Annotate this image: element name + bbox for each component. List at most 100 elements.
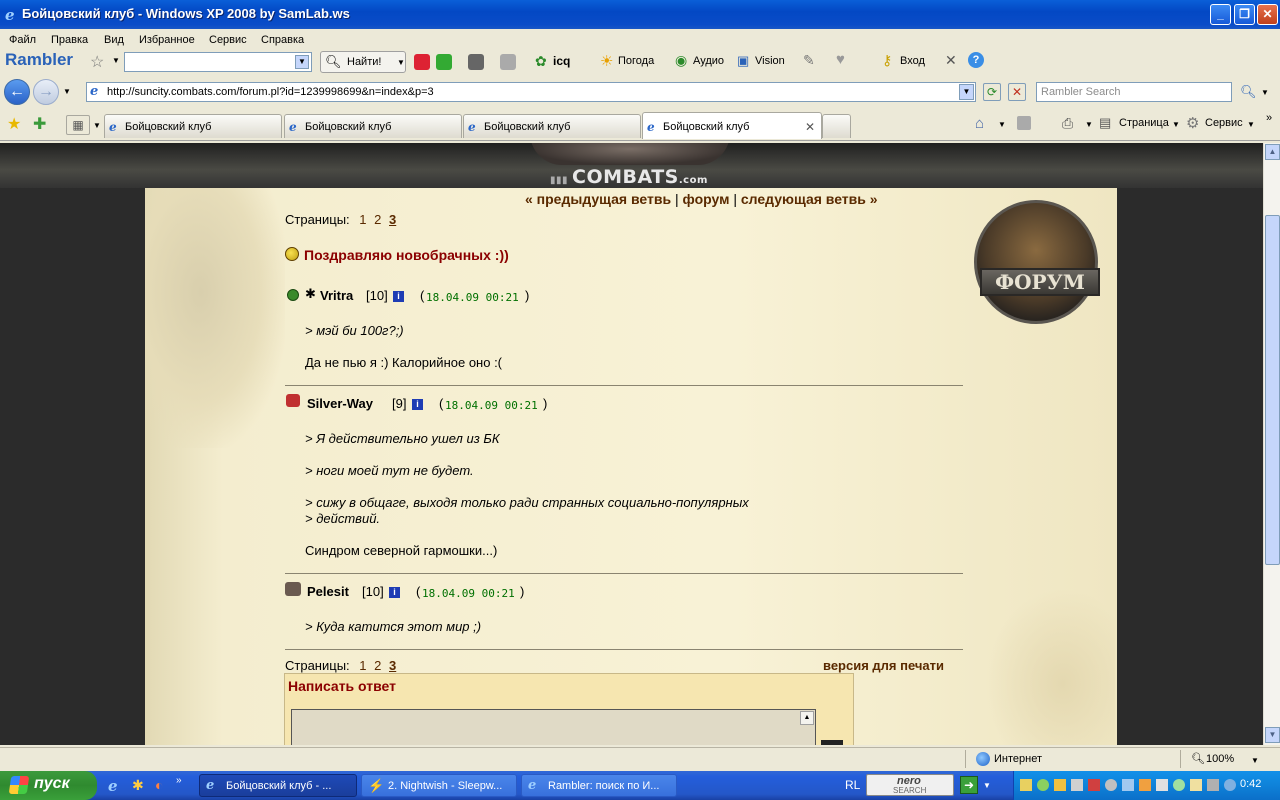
chevron-down-icon[interactable]: ▼ [295,55,309,69]
menu-favorites[interactable]: Избранное [139,34,195,46]
tray-icon-13[interactable] [1224,779,1236,791]
reply-textarea[interactable]: ▲ [291,709,816,745]
tab-1[interactable]: e Бойцовский клуб [104,114,282,138]
tab-2[interactable]: e Бойцовский клуб [284,114,462,138]
vision-label[interactable]: Vision [755,55,785,67]
zoom-icon[interactable]: 🔍︎ [1191,752,1205,765]
smilies-button[interactable] [821,740,843,745]
tray-icon-3[interactable] [1054,779,1066,791]
forum-link[interactable]: форум [683,191,730,207]
icq-flower-icon[interactable]: ✿ [535,53,547,70]
new-tab-button[interactable] [822,114,851,138]
weather-label[interactable]: Погода [618,55,654,67]
spellcheck-icon[interactable] [436,54,452,70]
minimize-button[interactable]: _ [1210,4,1231,25]
page-menu-label[interactable]: Страница [1119,117,1169,129]
chevron-down-icon[interactable]: ▼ [983,781,991,790]
tray-icon-2[interactable] [1037,779,1049,791]
volume-icon[interactable] [1156,779,1168,791]
prev-branch-link[interactable]: « предыдущая ветвь [525,191,671,207]
close-tab-icon[interactable]: ✕ [805,120,815,134]
chevron-down-icon[interactable]: ▼ [1247,120,1255,129]
page-link-1[interactable]: 1 [359,212,366,227]
rambler-search-input[interactable]: Rambler Search [1036,82,1232,102]
tray-icon-12[interactable] [1207,779,1219,791]
highlight-icon[interactable] [414,54,430,70]
menu-edit[interactable]: Правка [51,34,88,46]
page-menu-icon[interactable]: ▤ [1099,115,1111,131]
scroll-thumb[interactable] [1265,215,1280,565]
menu-help[interactable]: Справка [261,34,304,46]
task-winamp[interactable]: ⚡ 2. Nightwish - Sleepw... [361,774,517,797]
vision-icon[interactable]: ▣ [737,53,749,69]
forward-button[interactable]: → [33,79,59,105]
info-icon[interactable]: i [412,398,423,410]
add-favorite-icon[interactable]: ✚ [33,114,46,134]
go-icon[interactable]: ➜ [960,776,978,794]
feeds-icon[interactable] [1017,116,1031,130]
find-button[interactable]: 🔍︎ Найти! ▼ [320,51,406,73]
print-version-link[interactable]: версия для печати [823,658,944,673]
quick-tabs-icon[interactable]: ▦ [66,115,90,135]
info-icon[interactable]: i [389,586,400,598]
chevron-down-icon[interactable]: ▼ [1251,756,1259,765]
rambler-search-combo[interactable]: ▼ [124,52,312,72]
print-icon[interactable] [468,54,484,70]
icq-label[interactable]: icq [553,54,570,68]
chat-icon[interactable]: ✎ [803,52,815,69]
scroll-up-button[interactable]: ▲ [1265,144,1280,160]
tools-menu-label[interactable]: Сервис [1205,117,1243,129]
task-rambler[interactable]: e Rambler: поиск по И... [521,774,677,797]
audio-label[interactable]: Аудио [693,55,724,67]
maximize-button[interactable]: ❐ [1234,4,1255,25]
info-icon[interactable]: i [393,290,404,302]
more-icon[interactable]: » [176,775,182,786]
page-link-2[interactable]: 2 [374,658,381,673]
page-link-3-current[interactable]: 3 [389,212,396,227]
menu-view[interactable]: Вид [104,34,124,46]
tray-icon-1[interactable] [1020,779,1032,791]
start-button[interactable]: пуск [0,771,97,800]
key-icon[interactable]: ⚷ [882,52,892,69]
star-icon[interactable]: ☆ [90,52,104,72]
chevron-down-icon[interactable]: ▼ [112,56,120,65]
chevron-down-icon[interactable]: ▼ [1085,120,1093,129]
search-icon[interactable]: 🔍︎ [1240,84,1257,100]
close-button[interactable]: ✕ [1257,4,1278,25]
page-link-2[interactable]: 2 [374,212,381,227]
help-icon[interactable]: ? [968,52,984,68]
post-author[interactable]: Vritra [320,288,353,303]
page-scrollbar[interactable]: ▲ ▼ [1263,143,1280,745]
scroll-down-button[interactable]: ▼ [1265,727,1280,743]
back-button[interactable]: ← [4,79,30,105]
address-input[interactable]: e http://suncity.combats.com/forum.pl?id… [86,82,976,102]
rambler-logo[interactable]: Rambler [5,50,73,70]
zoom-level[interactable]: 100% [1206,753,1234,765]
more-icon[interactable]: » [1266,112,1272,124]
next-branch-link[interactable]: следующая ветвь » [741,191,878,207]
ie-quicklaunch-icon[interactable]: e [108,777,118,795]
tab-3[interactable]: e Бойцовский клуб [463,114,641,138]
chevron-down-icon[interactable]: ▼ [959,84,974,100]
language-indicator[interactable]: RL [845,778,860,792]
clock[interactable]: 0:42 [1240,778,1261,790]
mail-icon[interactable] [500,54,516,70]
audio-icon[interactable]: ◉ [675,52,687,69]
scroll-up-icon[interactable]: ▲ [800,711,814,725]
tray-icon-5[interactable] [1088,779,1100,791]
gear-icon[interactable]: ⚙ [1186,114,1199,132]
settings-icon[interactable]: ✕ [945,52,957,69]
tray-icon-6[interactable] [1105,779,1117,791]
post-author[interactable]: Silver-Way [307,396,373,411]
home-icon[interactable]: ⌂ [975,115,984,132]
stop-icon[interactable]: ✕ [1008,83,1026,101]
tray-icon-7[interactable] [1122,779,1134,791]
menu-tools[interactable]: Сервис [209,34,247,46]
firefox-icon[interactable]: ◐ [155,777,163,793]
login-label[interactable]: Вход [900,55,925,67]
site-logo[interactable]: ▮▮▮ COMBATS.com [550,166,708,188]
print-icon[interactable]: ⎙ [1062,115,1073,132]
refresh-icon[interactable]: ⟳ [983,83,1001,101]
menu-file[interactable]: Файл [9,34,36,46]
quicklaunch-icon[interactable]: ✱ [132,777,144,794]
